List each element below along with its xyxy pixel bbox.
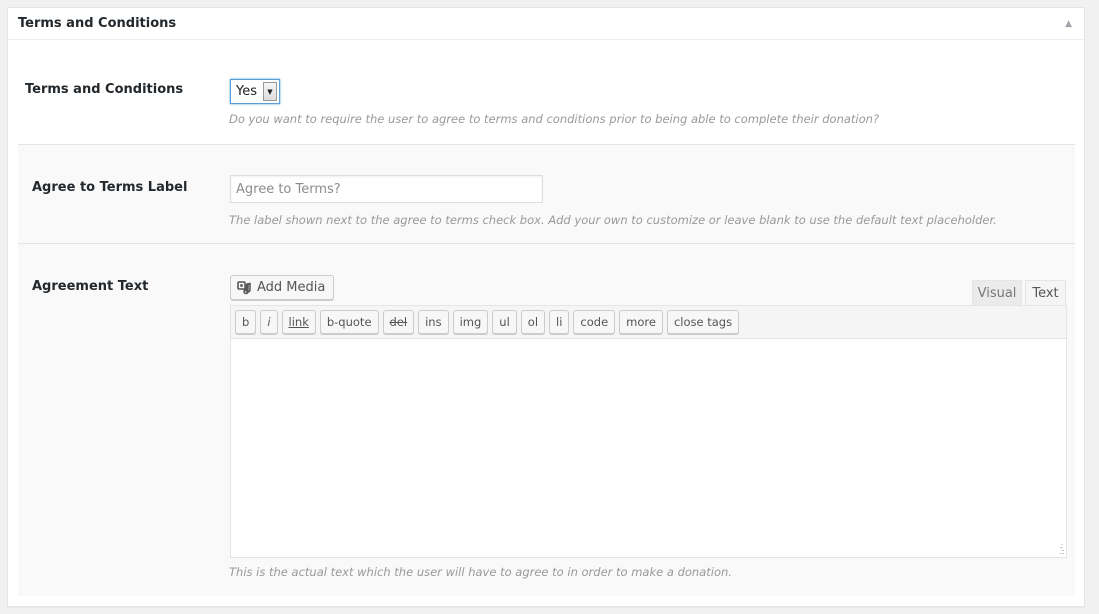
agreement-text-row: Agreement Text Add Media Visual Text b i… [18, 244, 1075, 596]
quicktag-blockquote-button[interactable]: b-quote [319, 310, 379, 334]
metabox-header[interactable]: Terms and Conditions ▲ [8, 8, 1084, 40]
terms-metabox: Terms and Conditions ▲ Terms and Conditi… [7, 7, 1085, 607]
terms-toggle-row: Terms and Conditions Yes ▼ Do you want t… [18, 40, 1075, 144]
quicktag-ins-button[interactable]: ins [418, 310, 449, 334]
terms-toggle-label: Terms and Conditions [25, 82, 184, 97]
agree-label-row: Agree to Terms Label The label shown nex… [18, 144, 1075, 244]
quicktag-more-button[interactable]: more [619, 310, 663, 334]
add-media-label: Add Media [257, 280, 326, 295]
quicktag-code-button[interactable]: code [573, 310, 616, 334]
agreement-text-label: Agreement Text [32, 279, 149, 294]
metabox-title: Terms and Conditions [18, 16, 177, 31]
terms-toggle-selected-value: Yes [236, 84, 257, 99]
quicktag-img-button[interactable]: img [452, 310, 489, 334]
quicktag-italic-button[interactable]: i [260, 310, 278, 334]
quicktag-close-tags-button[interactable]: close tags [666, 310, 740, 334]
quicktag-li-button[interactable]: li [549, 310, 570, 334]
tab-visual[interactable]: Visual [972, 280, 1022, 306]
agreement-text-editor: b i link b-quote del ins img ul ol li co… [230, 305, 1067, 558]
agree-label-input[interactable] [230, 175, 543, 203]
quicktag-bold-button[interactable]: b [235, 310, 257, 334]
dropdown-arrow-icon[interactable]: ▼ [263, 82, 277, 101]
add-media-icon [237, 280, 251, 294]
agree-label-field-label: Agree to Terms Label [32, 180, 188, 195]
quicktag-link-button[interactable]: link [281, 310, 316, 334]
quicktag-ol-button[interactable]: ol [520, 310, 546, 334]
quicktag-del-button[interactable]: del [382, 310, 415, 334]
add-media-button[interactable]: Add Media [230, 275, 335, 300]
collapse-triangle-icon[interactable]: ▲ [1065, 19, 1074, 29]
agreement-text-textarea[interactable] [231, 339, 1066, 557]
agreement-text-description: This is the actual text which the user w… [229, 565, 732, 579]
terms-toggle-description: Do you want to require the user to agree… [229, 112, 880, 126]
resize-handle-icon[interactable]: .:.:: [1059, 542, 1065, 556]
quicktag-ul-button[interactable]: ul [492, 310, 517, 334]
terms-toggle-select[interactable]: Yes ▼ [230, 79, 280, 104]
quicktags-toolbar: b i link b-quote del ins img ul ol li co… [231, 306, 1066, 339]
agree-label-description: The label shown next to the agree to ter… [229, 213, 997, 227]
tab-text[interactable]: Text [1025, 280, 1066, 306]
